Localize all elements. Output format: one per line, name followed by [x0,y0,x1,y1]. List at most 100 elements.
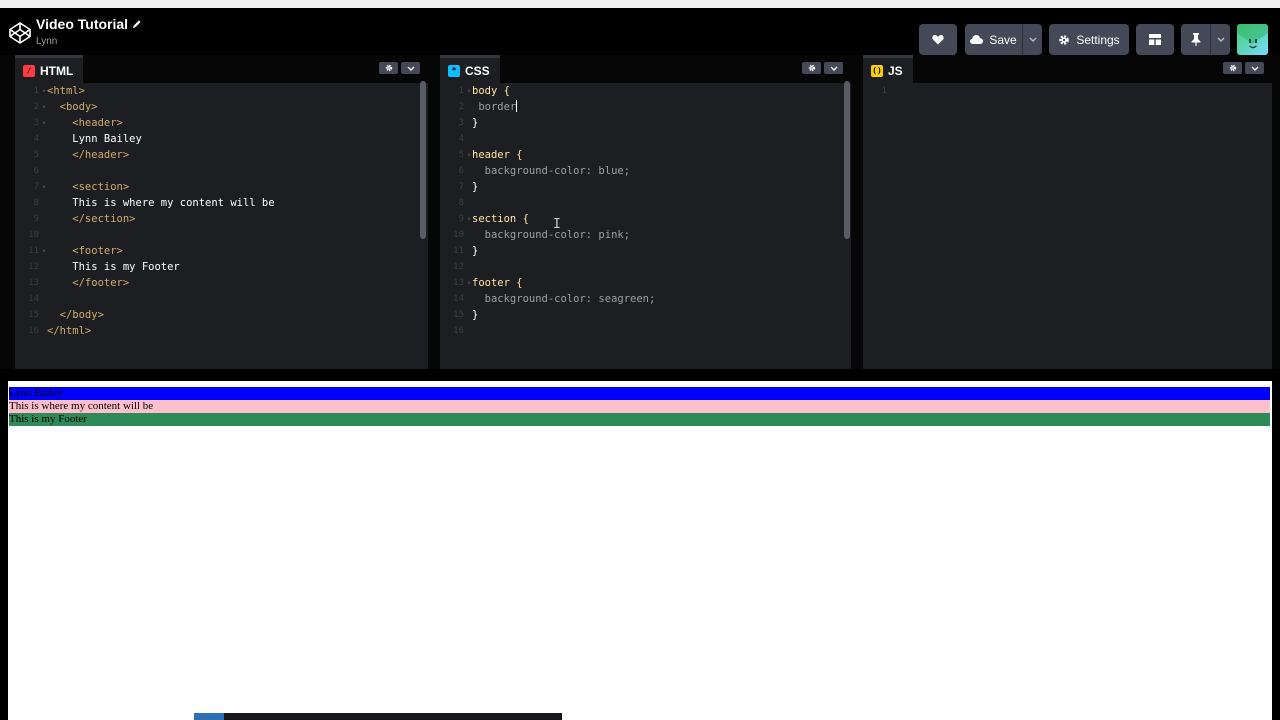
css-tab-bar: * CSS [440,55,851,83]
code-line: 11} [453,245,479,257]
editors-area: / HTML 1 ▾ <html> 2 ▾ <body> 3 ▾ <header… [0,55,1280,369]
html-scrollbar[interactable] [420,81,426,239]
code-line: 12 [453,262,464,272]
html-editor-panel: / HTML 1 ▾ <html> 2 ▾ <body> 3 ▾ <header… [15,55,428,369]
js-tab-controls [1223,62,1264,74]
pen-title-block: Video Tutorial Lynn [36,16,142,47]
pin-button[interactable] [1181,24,1210,55]
css-collapse-button[interactable] [824,62,843,74]
code-line: 1 ▾ body { [458,85,510,97]
tab-css-label: CSS [465,63,490,78]
html-tab-controls [379,62,420,74]
code-line: 15 </body> [28,309,104,321]
code-line: 14 [28,294,39,304]
save-label: Save [989,32,1017,47]
code-line: 9 </section> [33,213,136,225]
code-line: 7 ▾ <section> [33,181,130,193]
codepen-logo-icon[interactable] [8,21,32,45]
text-cursor [516,100,518,112]
heart-icon [932,35,944,45]
js-settings-button[interactable] [1223,62,1242,74]
code-line: 13 </footer> [28,277,130,289]
code-line: 1 [881,86,887,96]
js-tab-bar: () JS [863,55,1272,83]
js-code-area[interactable]: 1 [863,83,1272,369]
css-tab-controls [802,62,843,74]
css-scrollbar[interactable] [844,81,850,239]
code-line: 4 [458,134,464,144]
css-badge-icon: * [448,64,460,77]
code-line: 6 [33,166,39,176]
code-line: 5 </header> [33,149,130,161]
js-badge-icon: () [871,64,883,77]
pencil-icon[interactable] [132,19,142,29]
preview-header: Lynn Bailey [9,387,1270,400]
pen-title[interactable]: Video Tutorial [36,16,128,32]
code-line: 16 </html> [28,325,92,337]
code-line: 6 background-color: blue; [458,165,631,177]
save-options-button[interactable] [1022,24,1042,55]
code-line: 9 ▾ section { [458,213,529,225]
code-line: 8 This is where my content will be [33,197,275,209]
chevron-down-icon [830,66,837,71]
code-line: 14 background-color: seagreen; [453,293,656,305]
css-editor-panel: * CSS 1 ▾ body { 2 border 3} 4 5 ▾ head… [440,55,851,369]
css-settings-button[interactable] [802,62,821,74]
code-line: 15} [453,309,479,321]
code-line: 5 ▾ header { [458,149,523,161]
js-editor-panel: () JS 1 [863,55,1272,369]
chevron-down-icon [1217,37,1224,42]
save-button[interactable]: Save [965,24,1022,55]
code-line: 16 [453,326,464,336]
layout-icon [1149,34,1161,45]
pin-options-button[interactable] [1210,24,1230,55]
gear-icon [808,64,815,72]
cloud-icon [970,35,984,44]
code-line: 4 Lynn Bailey [33,133,142,145]
gear-icon [385,64,392,72]
tab-css[interactable]: * CSS [440,55,500,83]
tab-js-label: JS [888,63,903,78]
code-line: 11 ▾ <footer> [28,245,123,257]
code-line: 1 ▾ <html> [33,85,85,97]
chevron-down-icon [1029,37,1036,42]
chevron-down-icon [407,66,414,71]
code-line: 10 [28,230,39,240]
code-line: 8 [458,198,464,208]
change-view-button[interactable] [1136,24,1174,55]
settings-label: Settings [1076,32,1120,47]
code-line: 2 ▾ <body> [33,101,98,113]
console-indicator [194,713,224,720]
code-line: 12 This is my Footer [28,261,180,273]
tab-html-label: HTML [40,63,74,78]
pen-owner[interactable]: Lynn [36,36,142,47]
html-settings-button[interactable] [379,62,398,74]
pin-icon [1191,33,1200,46]
html-code-area[interactable]: 1 ▾ <html> 2 ▾ <body> 3 ▾ <header> 4 Lynn Ba… [15,83,428,369]
html-tab-bar: / HTML [15,55,428,83]
avatar-face-icon [1237,24,1268,49]
gear-icon [1059,34,1070,45]
pen-title-row: Video Tutorial [36,16,142,32]
code-line: 2 border [458,100,518,113]
html-badge-icon: / [23,64,35,77]
html-collapse-button[interactable] [401,62,420,74]
code-line: 13 ▾ footer { [453,277,523,289]
code-line: 3} [458,117,479,129]
code-line: 3 ▾ <header> [33,117,123,129]
preview-section: This is where my content will be [9,400,1270,413]
result-preview[interactable]: Lynn Bailey This is where my content wil… [8,381,1272,720]
tab-html[interactable]: / HTML [15,55,84,83]
mouse-ibeam-cursor: I [553,217,561,232]
tab-js[interactable]: () JS [863,55,913,83]
code-line: 10 background-color: pink; [453,229,631,241]
app-header: Video Tutorial Lynn Save Settings [0,8,1280,55]
js-collapse-button[interactable] [1245,62,1264,74]
user-avatar[interactable] [1237,24,1268,55]
css-code-area[interactable]: 1 ▾ body { 2 border 3} 4 5 ▾ header { 6 back… [440,83,851,369]
preview-footer: This is my Footer [9,413,1270,426]
heart-button[interactable] [919,24,957,55]
bottom-console-bar[interactable] [194,713,562,720]
settings-button[interactable]: Settings [1049,24,1129,55]
code-line: 7} [458,181,479,193]
